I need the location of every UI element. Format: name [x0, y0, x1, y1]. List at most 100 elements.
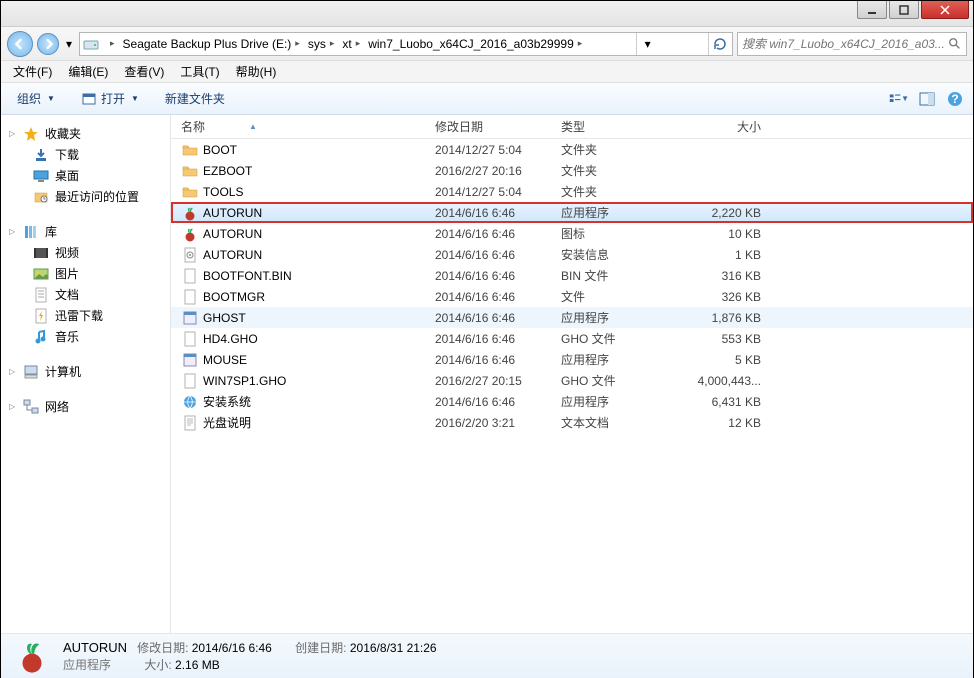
sidebar-item-desktop[interactable]: 桌面 [1, 165, 170, 186]
details-name: AUTORUN [63, 640, 127, 655]
nav-history-dropdown[interactable]: ▾ [63, 33, 75, 55]
file-type-icon [181, 226, 199, 242]
file-date: 2014/6/16 6:46 [435, 206, 561, 220]
sidebar-item-music[interactable]: 音乐 [1, 326, 170, 347]
menu-help[interactable]: 帮助(H) [228, 61, 285, 82]
documents-icon [33, 287, 49, 303]
crumb-root-arrow[interactable]: ▸ [102, 33, 119, 55]
file-row[interactable]: 安装系统2014/6/16 6:46应用程序6,431 KB [171, 391, 973, 412]
menu-view[interactable]: 查看(V) [116, 61, 172, 82]
address-dropdown[interactable]: ▾ [636, 33, 658, 55]
file-date: 2016/2/27 20:15 [435, 374, 561, 388]
sidebar-network[interactable]: ▷网络 [1, 396, 170, 417]
maximize-button[interactable] [889, 1, 919, 19]
file-type: 安装信息 [561, 246, 681, 263]
file-size: 326 KB [681, 290, 771, 304]
window-titlebar [1, 1, 973, 27]
sidebar-item-downloads[interactable]: 下载 [1, 144, 170, 165]
file-date: 2016/2/27 20:16 [435, 164, 561, 178]
file-type: 文件夹 [561, 141, 681, 158]
col-name[interactable]: 名称▲ [181, 118, 435, 135]
crumb-folder[interactable]: win7_Luobo_x64CJ_2016_a03b29999▸ [364, 33, 586, 55]
file-type-icon [181, 352, 199, 368]
file-size: 316 KB [681, 269, 771, 283]
nav-back-button[interactable] [7, 31, 33, 57]
file-name: AUTORUN [203, 248, 435, 262]
open-icon [81, 91, 97, 107]
video-icon [33, 245, 49, 261]
file-row[interactable]: AUTORUN2014/6/16 6:46图标10 KB [171, 223, 973, 244]
thunder-icon [33, 308, 49, 324]
new-folder-button[interactable]: 新建文件夹 [157, 87, 233, 110]
sidebar-item-thunder[interactable]: 迅雷下载 [1, 305, 170, 326]
details-pane: AUTORUN 修改日期: 2014/6/16 6:46 创建日期: 2016/… [1, 633, 973, 678]
file-row[interactable]: AUTORUN2014/6/16 6:46安装信息1 KB [171, 244, 973, 265]
menu-edit[interactable]: 编辑(E) [60, 61, 116, 82]
sidebar-item-documents[interactable]: 文档 [1, 284, 170, 305]
file-row[interactable]: AUTORUN2014/6/16 6:46应用程序2,220 KB [171, 202, 973, 223]
crumb-sys[interactable]: sys▸ [304, 33, 339, 55]
close-button[interactable] [921, 1, 969, 19]
file-type-icon [181, 331, 199, 347]
file-size: 12 KB [681, 416, 771, 430]
col-type[interactable]: 类型 [561, 118, 681, 135]
view-options-button[interactable]: ▼ [889, 89, 909, 109]
minimize-button[interactable] [857, 1, 887, 19]
sidebar-libraries[interactable]: ▷库 [1, 221, 170, 242]
file-type-icon [181, 289, 199, 305]
file-row[interactable]: BOOT2014/12/27 5:04文件夹 [171, 139, 973, 160]
file-row[interactable]: TOOLS2014/12/27 5:04文件夹 [171, 181, 973, 202]
file-name: BOOTMGR [203, 290, 435, 304]
crumb-xt[interactable]: xt▸ [338, 33, 364, 55]
open-button[interactable]: 打开▼ [73, 87, 147, 110]
file-size: 6,431 KB [681, 395, 771, 409]
file-row[interactable]: EZBOOT2016/2/27 20:16文件夹 [171, 160, 973, 181]
file-date: 2014/12/27 5:04 [435, 143, 561, 157]
file-date: 2014/12/27 5:04 [435, 185, 561, 199]
file-name: GHOST [203, 311, 435, 325]
recent-icon [33, 189, 49, 205]
sidebar-item-videos[interactable]: 视频 [1, 242, 170, 263]
file-row[interactable]: HD4.GHO2014/6/16 6:46GHO 文件553 KB [171, 328, 973, 349]
file-type-icon [181, 142, 199, 158]
details-modified: 2014/6/16 6:46 [192, 641, 272, 655]
file-date: 2016/2/20 3:21 [435, 416, 561, 430]
computer-icon [23, 364, 39, 380]
file-name: 安装系统 [203, 393, 435, 410]
file-row[interactable]: WIN7SP1.GHO2016/2/27 20:15GHO 文件4,000,44… [171, 370, 973, 391]
menu-file[interactable]: 文件(F) [5, 61, 60, 82]
file-size: 4,000,443... [681, 374, 771, 388]
file-type-icon [181, 373, 199, 389]
file-type-icon [181, 247, 199, 263]
sidebar-item-pictures[interactable]: 图片 [1, 263, 170, 284]
file-type: 应用程序 [561, 351, 681, 368]
sidebar-favorites[interactable]: ▷收藏夹 [1, 123, 170, 144]
breadcrumb-bar[interactable]: ▸ Seagate Backup Plus Drive (E:)▸ sys▸ x… [79, 32, 733, 56]
menu-tools[interactable]: 工具(T) [172, 61, 227, 82]
col-date[interactable]: 修改日期 [435, 118, 561, 135]
preview-pane-button[interactable] [917, 89, 937, 109]
organize-button[interactable]: 组织▼ [9, 87, 63, 110]
file-type-icon [181, 394, 199, 410]
file-date: 2014/6/16 6:46 [435, 290, 561, 304]
pictures-icon [33, 266, 49, 282]
file-type: 文件夹 [561, 162, 681, 179]
file-row[interactable]: 光盘说明2016/2/20 3:21文本文档12 KB [171, 412, 973, 433]
search-box[interactable] [737, 32, 967, 56]
file-rows: BOOT2014/12/27 5:04文件夹EZBOOT2016/2/27 20… [171, 139, 973, 633]
col-size[interactable]: 大小 [681, 118, 771, 135]
nav-forward-button[interactable] [37, 33, 59, 55]
help-button[interactable]: ? [945, 89, 965, 109]
file-type: 文件 [561, 288, 681, 305]
sidebar-computer[interactable]: ▷计算机 [1, 361, 170, 382]
file-row[interactable]: GHOST2014/6/16 6:46应用程序1,876 KB [171, 307, 973, 328]
file-row[interactable]: BOOTMGR2014/6/16 6:46文件326 KB [171, 286, 973, 307]
svg-text:?: ? [951, 92, 958, 106]
search-input[interactable] [742, 37, 948, 51]
sidebar-item-recent[interactable]: 最近访问的位置 [1, 186, 170, 207]
refresh-button[interactable] [708, 33, 730, 55]
crumb-drive[interactable]: Seagate Backup Plus Drive (E:)▸ [119, 33, 304, 55]
file-date: 2014/6/16 6:46 [435, 353, 561, 367]
file-row[interactable]: MOUSE2014/6/16 6:46应用程序5 KB [171, 349, 973, 370]
file-row[interactable]: BOOTFONT.BIN2014/6/16 6:46BIN 文件316 KB [171, 265, 973, 286]
